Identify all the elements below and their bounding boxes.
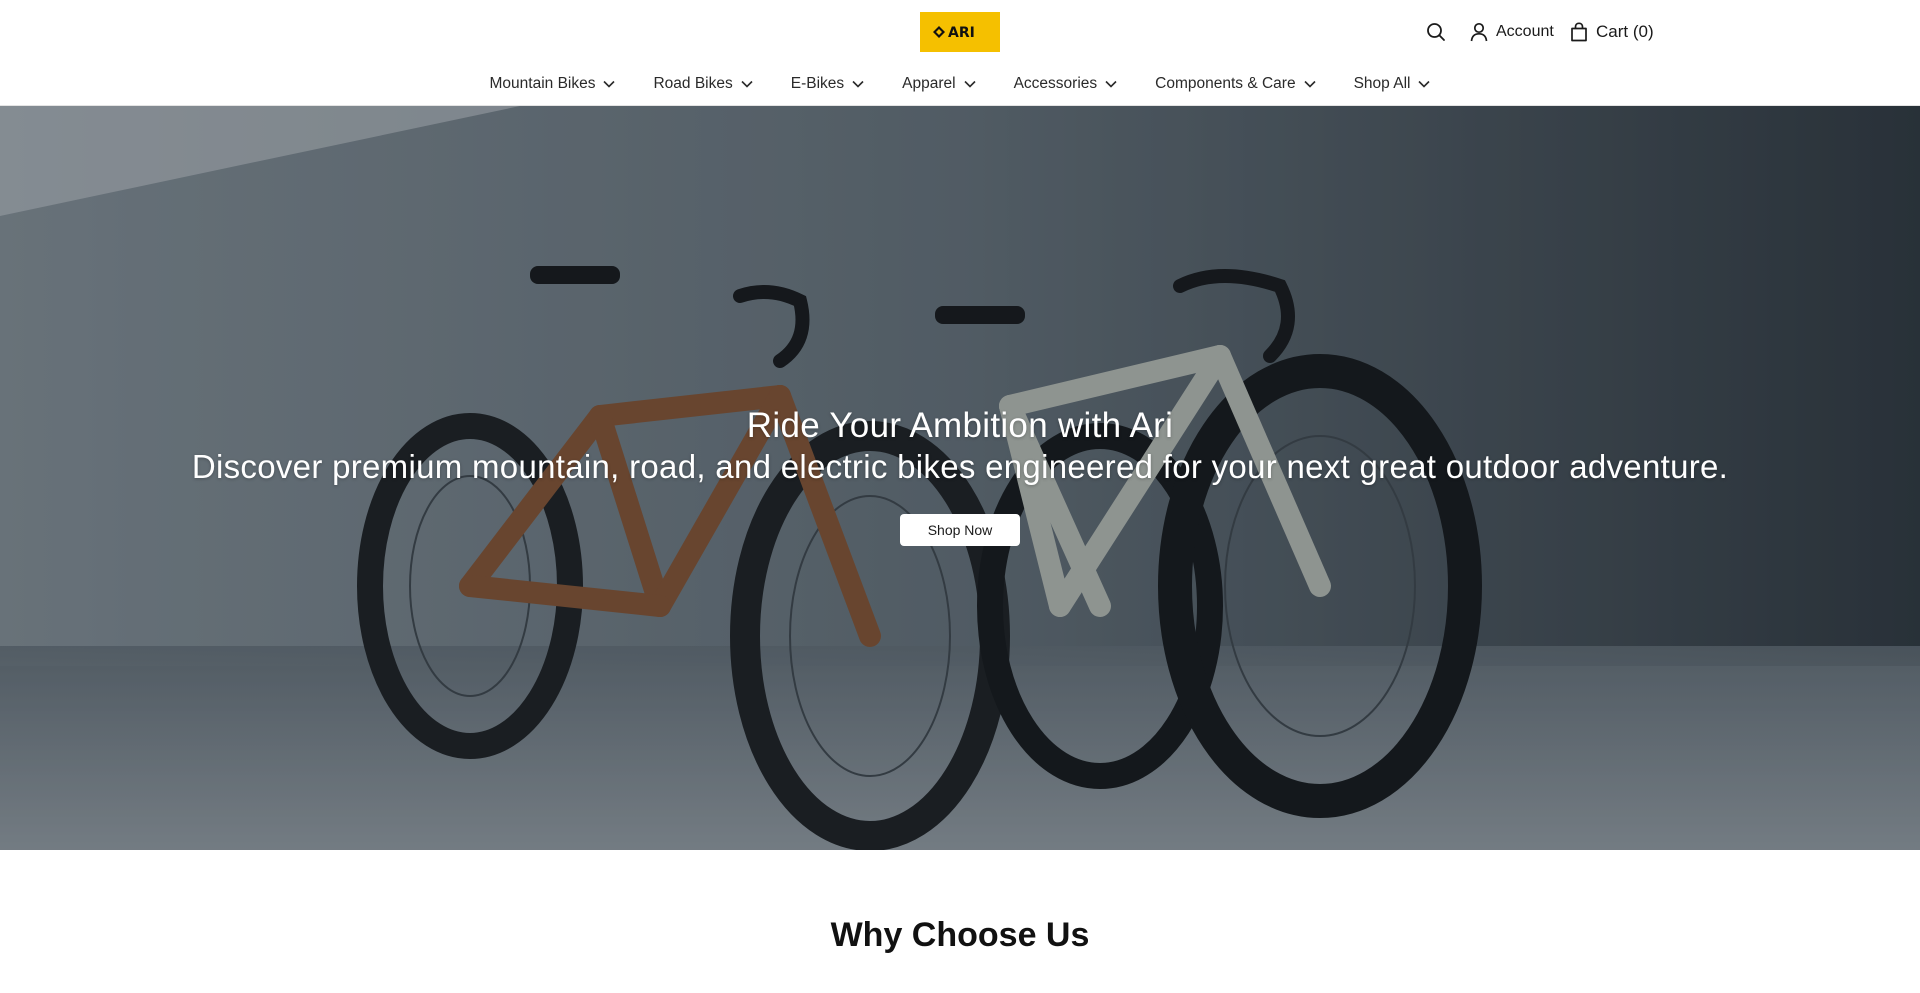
- chevron-down-icon: [1105, 80, 1117, 88]
- nav-item-e-bikes[interactable]: E-Bikes: [772, 70, 883, 98]
- nav-item-label: Road Bikes: [653, 75, 733, 92]
- brand-logo[interactable]: ARI: [920, 12, 1000, 52]
- nav-item-label: Mountain Bikes: [489, 75, 596, 92]
- svg-text:ARI: ARI: [948, 25, 975, 41]
- search-icon: [1427, 23, 1445, 41]
- chevron-down-icon: [1304, 80, 1316, 88]
- nav-item-label: E-Bikes: [790, 75, 845, 92]
- shopping-bag-icon: [1571, 22, 1587, 42]
- nav-item-apparel[interactable]: Apparel: [883, 70, 994, 98]
- chevron-down-icon: [1418, 80, 1431, 88]
- search-button[interactable]: [1424, 18, 1448, 46]
- nav-item-components-care[interactable]: Components & Care: [1136, 70, 1334, 98]
- nav-item-mountain-bikes[interactable]: Mountain Bikes: [471, 70, 635, 98]
- account-label: Account: [1496, 23, 1554, 40]
- chevron-down-icon: [964, 80, 976, 88]
- nav-item-road-bikes[interactable]: Road Bikes: [634, 70, 771, 98]
- ari-logo-icon: ARI: [933, 25, 975, 41]
- cart-link[interactable]: Cart (0): [1570, 18, 1654, 46]
- nav-item-label: Accessories: [1013, 75, 1098, 92]
- site-header: ARI Account Cart (0) Mountain Bikes Road…: [0, 0, 1920, 106]
- chevron-down-icon: [603, 80, 616, 88]
- nav-item-shop-all[interactable]: Shop All: [1335, 70, 1450, 98]
- account-link[interactable]: Account: [1470, 18, 1554, 46]
- hero-subtitle: Discover premium mountain, road, and ele…: [191, 448, 1729, 485]
- nav-item-label: Components & Care: [1155, 75, 1296, 92]
- chevron-down-icon: [741, 80, 753, 88]
- chevron-down-icon: [852, 80, 864, 88]
- why-choose-us-heading: Why Choose Us: [830, 916, 1090, 954]
- cart-label: Cart (0): [1596, 22, 1654, 41]
- hero-banner: Ride Your Ambition with Ari Discover pre…: [0, 106, 1920, 850]
- nav-item-label: Shop All: [1353, 75, 1411, 92]
- user-icon: [1470, 22, 1488, 42]
- hero-title: Ride Your Ambition with Ari: [746, 406, 1174, 445]
- shop-now-button[interactable]: Shop Now: [900, 514, 1020, 546]
- nav-item-label: Apparel: [902, 75, 956, 92]
- nav-item-accessories[interactable]: Accessories: [995, 70, 1137, 98]
- main-nav: Mountain Bikes Road Bikes E-Bikes Appare…: [0, 70, 1920, 98]
